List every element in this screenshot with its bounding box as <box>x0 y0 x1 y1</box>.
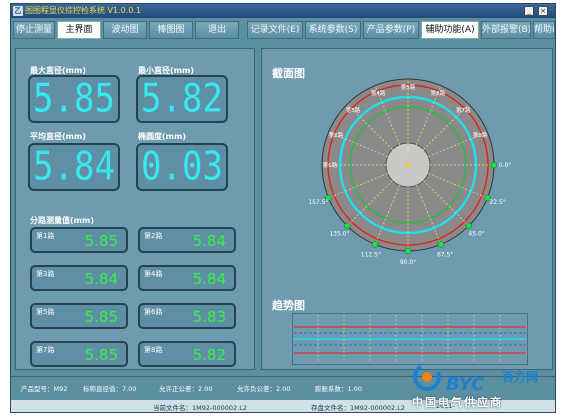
product-model: 产品型号：M92 <box>21 385 68 393</box>
ovality-label: 椭圆度(mm) <box>138 132 186 141</box>
measurement-panel: 最大直径(mm) 5.85 最小直径(mm) 5.82 平均直径(mm) 5.8… <box>15 48 255 370</box>
segments-label: 分路测量值(mm) <box>30 216 94 225</box>
menu-aux-functions[interactable]: 辅助功能(A) <box>421 21 479 39</box>
angle-marker <box>465 222 473 230</box>
minimize-icon[interactable]: _ <box>524 6 534 16</box>
app-icon: 乙 <box>13 6 23 16</box>
tab-wave-chart[interactable]: 波动图 <box>103 21 147 39</box>
positive-tolerance: 允许正公差：2.00 <box>159 385 213 393</box>
ovality-display: 0.03 <box>136 143 228 191</box>
segment-value: 5.83 <box>192 308 226 326</box>
avg-diameter-value: 5.84 <box>33 144 115 190</box>
title-bar: 乙 图图程显仪综控检系统 V1.0.0.1 _ × <box>11 4 555 18</box>
save-file-name: 存盘文件名：1M92-000002.L2 <box>311 404 405 412</box>
segment-name: 第1路 <box>36 232 55 240</box>
avg-diameter-display: 5.84 <box>28 143 120 191</box>
channel-label: 第3路 <box>346 106 361 114</box>
watermark-subtitle: 中国电气供应商 <box>412 396 503 409</box>
segment-value: 5.85 <box>84 232 118 250</box>
angle-label: 112.5° <box>361 252 381 259</box>
center-point <box>405 162 411 168</box>
segment-display-1: 第1路 5.85 <box>30 227 128 253</box>
segment-value: 5.85 <box>84 346 118 364</box>
menu-bar: 停止测量 主界面 波动图 棒图图 退出 记录文件(E) 系统参数(S) 产品参数… <box>11 19 555 41</box>
channel-label: 第6路 <box>431 89 446 97</box>
cross-section-diagram: 0.0° 22.5° 45.0° 67.5° 90.0° 112.5° 135.0° 157.… <box>308 78 512 266</box>
segment-name: 第7路 <box>36 346 55 354</box>
segment-name: 第8路 <box>144 346 163 354</box>
channel-label: 第8路 <box>473 131 488 139</box>
min-diameter-value: 5.82 <box>141 76 223 122</box>
max-diameter-value: 5.85 <box>33 76 115 122</box>
menu-system-params[interactable]: 系统参数(S) <box>305 21 361 39</box>
watermark-swirl-icon <box>413 363 441 391</box>
segment-display-7: 第7路 5.85 <box>30 341 128 367</box>
menu-product-params[interactable]: 产品参数(P) <box>363 21 419 39</box>
segment-value: 5.84 <box>192 232 226 250</box>
avg-diameter-label: 平均直径(mm) <box>30 132 86 141</box>
menu-record-file[interactable]: 记录文件(E) <box>247 21 303 39</box>
segment-value: 5.85 <box>84 308 118 326</box>
min-diameter-display: 5.82 <box>136 75 228 123</box>
segment-name: 第6路 <box>144 308 163 316</box>
main-window: 乙 图图程显仪综控检系统 V1.0.0.1 _ × 停止测量 主界面 波动图 棒… <box>10 3 556 413</box>
segment-display-8: 第8路 5.82 <box>138 341 236 367</box>
tab-main[interactable]: 主界面 <box>57 21 101 39</box>
angle-label: 157.5° <box>308 199 328 206</box>
segment-display-4: 第4路 5.84 <box>138 265 236 291</box>
angle-marker <box>343 222 351 230</box>
segment-display-3: 第3路 5.84 <box>30 265 128 291</box>
segment-display-5: 第5路 5.85 <box>30 303 128 329</box>
segment-value: 5.82 <box>192 346 226 364</box>
menu-help[interactable]: 帮助(H) <box>533 21 555 39</box>
negative-tolerance: 允许负公差：2.00 <box>237 385 291 393</box>
segment-name: 第3路 <box>36 270 55 278</box>
window-title: 图图程显仪综控检系统 V1.0.0.1 <box>25 6 142 15</box>
segment-name: 第4路 <box>144 270 163 278</box>
trend-title: 趋势图 <box>272 299 305 312</box>
exit-button[interactable]: 退出 <box>195 21 239 39</box>
channel-label: 第1路 <box>323 161 338 169</box>
watermark-brand-cn: 百方网 <box>502 370 539 384</box>
ovality-value: 0.03 <box>141 144 223 190</box>
segment-display-2: 第2路 5.84 <box>138 227 236 253</box>
segment-display-6: 第6路 5.83 <box>138 303 236 329</box>
angle-label: 135.0° <box>329 231 349 238</box>
stop-measure-button[interactable]: 停止测量 <box>13 21 55 39</box>
close-icon[interactable]: × <box>538 6 548 16</box>
graph-panel: 截面图 0.0° 22.5° 45.0° 67.5° 90.0° 112.5° 135.0°… <box>261 48 553 370</box>
segment-name: 第2路 <box>144 232 163 240</box>
segment-value: 5.84 <box>192 270 226 288</box>
watermark: BYC 百方网 中国电气供应商 <box>412 360 558 414</box>
segment-name: 第5路 <box>36 308 55 316</box>
angle-label: 90.0° <box>400 259 416 266</box>
angle-marker <box>404 247 412 255</box>
watermark-logo-text: BYC <box>446 374 485 395</box>
angle-marker <box>437 241 445 248</box>
trend-chart <box>292 313 528 365</box>
tab-bar-chart[interactable]: 棒图图 <box>149 21 193 39</box>
angle-marker <box>490 161 498 169</box>
segment-value: 5.84 <box>84 270 118 288</box>
menu-external-alarm[interactable]: 外部报警(B) <box>481 21 531 39</box>
channel-label: 第4路 <box>371 89 386 97</box>
angle-marker <box>371 241 379 248</box>
channel-label: 第7路 <box>456 106 471 114</box>
angle-label: 0.0° <box>499 162 512 169</box>
channel-label: 第5路 <box>401 83 416 91</box>
angle-label: 45.0° <box>468 231 484 238</box>
channel-label: 第2路 <box>329 131 344 139</box>
angle-label: 22.5° <box>489 199 505 206</box>
standard-diameter: 标称直径值：7.00 <box>83 385 137 393</box>
max-diameter-display: 5.85 <box>28 75 120 123</box>
current-file-name: 当前文件名：1M92-000002.L2 <box>153 404 247 412</box>
expansion-coefficient: 膨胀系数：1.00 <box>315 385 362 393</box>
angle-label: 67.5° <box>437 252 453 259</box>
